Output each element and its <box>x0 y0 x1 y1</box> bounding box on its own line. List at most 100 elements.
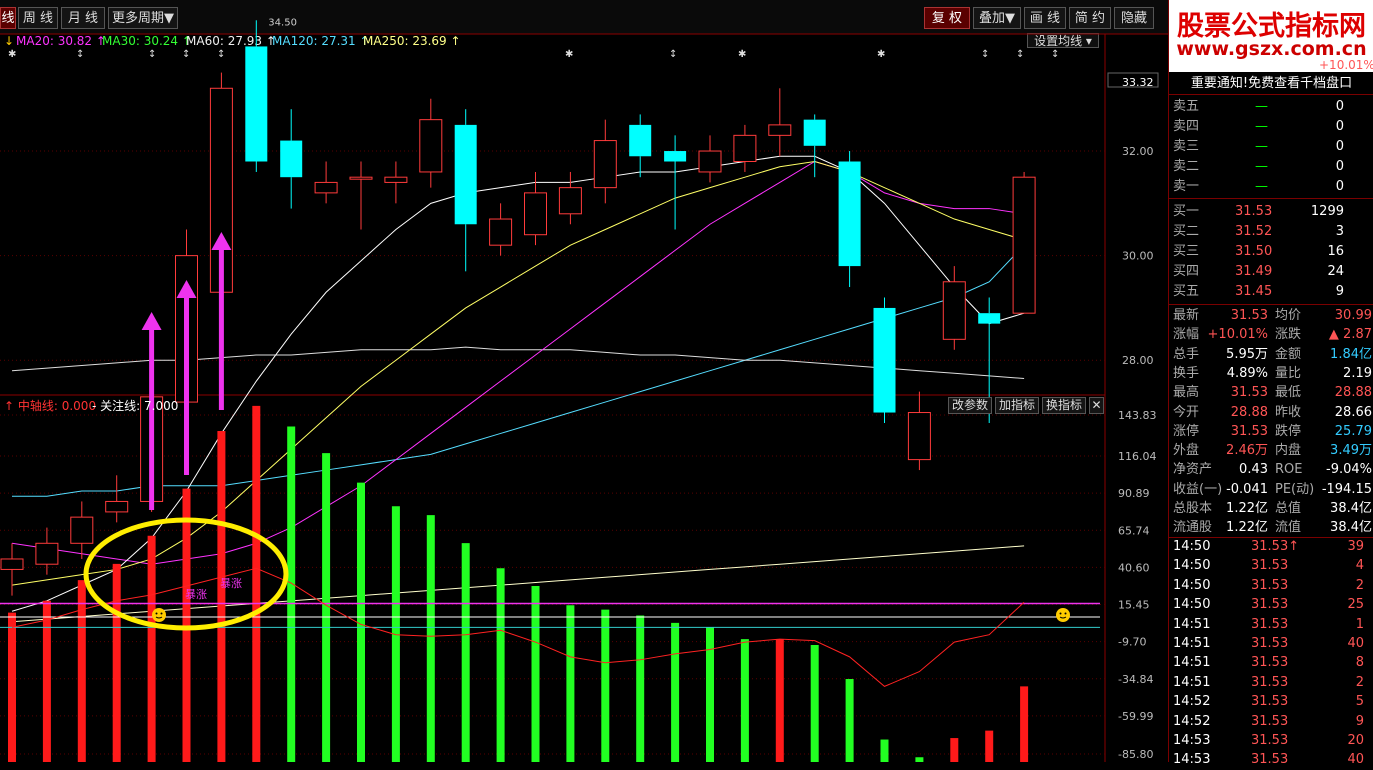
stat-value: 1.22亿 <box>1226 501 1268 516</box>
stat-row: 总手 5.95万 金额 1.84亿 <box>1169 345 1373 365</box>
smiley-eye <box>1059 612 1062 615</box>
stat-value: 30.99 <box>1334 308 1372 323</box>
ask-row: 卖一 — 0 <box>1169 177 1373 197</box>
event-marker-icon: ↕ <box>76 49 84 60</box>
smiley-eye <box>1064 612 1067 615</box>
tick-volume: 39 <box>1347 539 1364 554</box>
bid-level-label: 买五 <box>1173 284 1200 299</box>
candle-body <box>70 516 94 544</box>
stat-value: 38.4亿 <box>1330 520 1372 536</box>
tick-time: 14:50 <box>1173 597 1211 613</box>
stat-row: 净资产 0.43 ROE -9.04% <box>1169 460 1373 480</box>
candle-body <box>733 134 757 162</box>
indicator-bars <box>0 405 1100 762</box>
separator <box>1169 198 1373 199</box>
tick-time: 14:50 <box>1173 539 1211 554</box>
tick-price: 31.53 <box>1251 636 1289 651</box>
event-marker-icon: ✱ <box>738 49 746 60</box>
smiley-eye <box>155 612 158 615</box>
bid-row: 买三 31.50 16 <box>1169 242 1373 262</box>
price-tick-label: 30.00 <box>1122 250 1154 263</box>
candle-body <box>1012 176 1036 314</box>
stat-value: 0.43 <box>1239 462 1268 478</box>
stat-row: 换手 4.89% 量比 2.19 <box>1169 364 1373 384</box>
stat-label: 内盘 <box>1275 443 1302 459</box>
up-arrow-icon <box>141 312 162 330</box>
stat-row: 流通股 1.22亿 流值 38.4亿 <box>1169 518 1373 538</box>
tick-volume: 2 <box>1355 577 1364 593</box>
kline-chart[interactable]: 33.3232.0030.0028.00 143.83116.0490.8965… <box>0 0 1168 762</box>
tick-volume: 40 <box>1347 636 1364 651</box>
stat-value: 31.53 <box>1230 385 1268 401</box>
candle-body <box>280 140 303 178</box>
candle-body <box>384 176 408 183</box>
tick-price: 31.53 <box>1251 655 1289 671</box>
stat-row: 外盘 2.46万 内盘 3.49万 <box>1169 441 1373 461</box>
tick-price: 31.53 <box>1251 752 1289 768</box>
stat-value: ▲ 2.87 <box>1328 327 1372 343</box>
switch-indicator-button[interactable]: 换指标 <box>1042 397 1086 414</box>
stat-value: 31.53 <box>1230 308 1268 323</box>
tick-volume: 25 <box>1347 597 1364 613</box>
stat-value: 31.53 <box>1230 423 1268 439</box>
indicator-axis: 143.83 116.04 90.89 65.74 40.60 15.45 -9.70 -34… <box>0 409 1157 761</box>
add-indicator-button[interactable]: 加指标 <box>995 397 1039 414</box>
tick-price: 31.53 <box>1251 694 1289 710</box>
tick-volume: 4 <box>1355 558 1364 574</box>
tick-price: 31.53 <box>1251 733 1289 748</box>
event-marker-icon: ↕ <box>669 49 677 60</box>
tick-row: 14:51 31.53 2 <box>1169 673 1373 693</box>
stat-value: 38.4亿 <box>1330 501 1372 516</box>
tick-time: 14:51 <box>1173 674 1211 690</box>
surge-label: 暴涨 <box>220 577 242 590</box>
close-indicator-icon[interactable]: ✕ <box>1089 397 1104 414</box>
stat-label: 最低 <box>1275 385 1302 401</box>
bid-row: 买五 31.45 9 <box>1169 282 1373 302</box>
stat-row: 最新 31.53 均价 30.99 <box>1169 306 1373 326</box>
candles: 34.50 <box>0 17 1036 596</box>
candle-body <box>698 150 722 173</box>
tick-row: 14:52 31.53 9 <box>1169 712 1373 732</box>
ask-level-label: 卖四 <box>1173 119 1200 134</box>
candle-body <box>873 307 896 413</box>
ask-price: — <box>1255 99 1268 114</box>
ask-volume: 0 <box>1335 179 1344 194</box>
candle-body <box>664 151 687 162</box>
ask-volume: 0 <box>1335 139 1344 154</box>
smiley-icon <box>152 608 166 622</box>
notice-link[interactable]: 重要通知!免费查看千档盘口 <box>1169 73 1373 95</box>
edit-params-button[interactable]: 改参数 <box>948 397 992 414</box>
indicator-tick-label: -34.84 <box>1118 673 1153 686</box>
ask-volume: 0 <box>1335 99 1344 114</box>
tick-row: 14:51 31.53 8 <box>1169 653 1373 673</box>
focus-line-label: - 关注线: 7.000 <box>92 399 179 413</box>
indicator-tick-label: 116.04 <box>1118 450 1157 463</box>
stat-label: 均价 <box>1275 308 1302 323</box>
ask-row: 卖五 — 0 <box>1169 97 1373 117</box>
ask-row: 卖三 — 0 <box>1169 137 1373 157</box>
tick-time: 14:52 <box>1173 694 1211 710</box>
stat-label: 涨停 <box>1173 423 1200 439</box>
ma20-line <box>11 155 1025 612</box>
tick-time: 14:53 <box>1173 752 1211 768</box>
ma60-line <box>11 160 1025 565</box>
indicator-tick-label: 65.74 <box>1118 524 1150 537</box>
ask-level-label: 卖二 <box>1173 159 1200 174</box>
ask-price: — <box>1255 159 1268 174</box>
indicator-tick-label: 40.60 <box>1118 561 1150 574</box>
event-marker-icon: ✱ <box>8 49 16 60</box>
tick-row: 14:52 31.53 5 <box>1169 692 1373 712</box>
stat-label: 涨跌 <box>1275 327 1302 343</box>
event-marker-icon: ↕ <box>1016 49 1024 60</box>
event-marker-icon: ↕ <box>1051 49 1059 60</box>
candle-body <box>978 313 1001 324</box>
stat-value: +10.01% <box>1207 327 1268 343</box>
tick-price: 31.53↑ <box>1251 539 1300 554</box>
tick-time: 14:51 <box>1173 616 1211 632</box>
price-tick-label: 28.00 <box>1122 354 1154 367</box>
quote-panel: 股票公式指标网 www.gszx.com.cn +10.01% 重要通知!免费查… <box>1168 0 1373 767</box>
tick-time: 14:53 <box>1173 733 1211 748</box>
stat-label: 涨幅 <box>1173 327 1200 343</box>
tick-row: 14:53 31.53 20 <box>1169 731 1373 751</box>
tick-volume: 20 <box>1347 733 1364 748</box>
